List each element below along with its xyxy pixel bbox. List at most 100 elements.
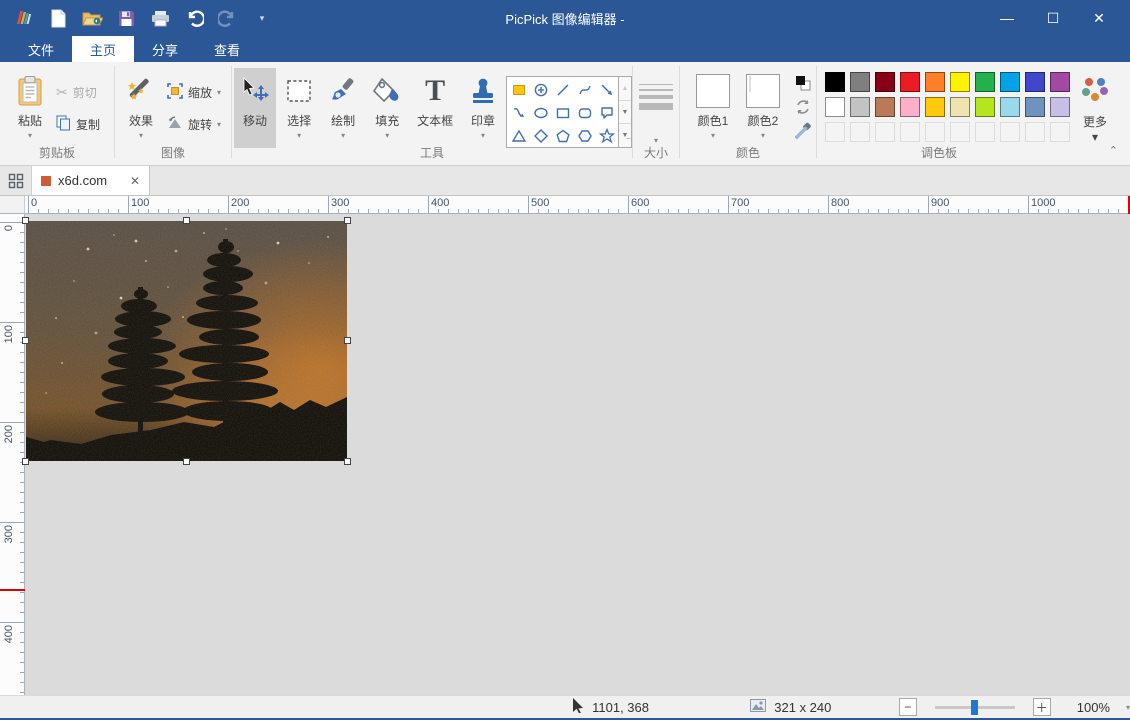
palette-swatch[interactable] bbox=[1050, 72, 1070, 92]
line-width-button[interactable]: ▾ bbox=[633, 68, 679, 148]
h-ruler-minor-tick bbox=[1068, 209, 1069, 213]
cut-button[interactable]: ✂ 剪切 bbox=[52, 81, 104, 103]
paste-button[interactable]: 粘贴 ▾ bbox=[8, 68, 52, 148]
shape-rectangle-icon[interactable] bbox=[552, 101, 574, 124]
selection-handle-sw[interactable] bbox=[22, 458, 29, 465]
rotate-button[interactable]: 旋转 ▾ bbox=[163, 113, 225, 135]
tab-file[interactable]: 文件 bbox=[10, 36, 72, 62]
resize-button[interactable]: 缩放 ▾ bbox=[163, 81, 225, 103]
move-tool-button[interactable]: 移动 bbox=[234, 68, 276, 148]
selection-handle-e[interactable] bbox=[344, 337, 351, 344]
palette-swatch-empty[interactable] bbox=[950, 122, 970, 142]
palette-swatch[interactable] bbox=[850, 97, 870, 117]
stamp-tool-button[interactable]: 印章 ▾ bbox=[462, 68, 504, 148]
shape-rounded-rectangle-icon[interactable] bbox=[574, 101, 596, 124]
fill-tool-button[interactable]: 填充 ▾ bbox=[366, 68, 408, 148]
shape-curve-icon[interactable] bbox=[574, 78, 596, 101]
minimize-button[interactable]: — bbox=[984, 0, 1030, 36]
selection-handle-s[interactable] bbox=[183, 458, 190, 465]
gallery-scroll-down-icon[interactable]: ▼ bbox=[619, 101, 631, 125]
palette-swatch-empty[interactable] bbox=[1000, 122, 1020, 142]
palette-swatch-empty[interactable] bbox=[975, 122, 995, 142]
textbox-tool-button[interactable]: T 文本框 bbox=[410, 68, 460, 148]
close-button[interactable]: ✕ bbox=[1076, 0, 1122, 36]
selection-handle-w[interactable] bbox=[22, 337, 29, 344]
shape-highlight-icon[interactable] bbox=[508, 78, 530, 101]
palette-swatch[interactable] bbox=[900, 97, 920, 117]
tab-view[interactable]: 查看 bbox=[196, 36, 258, 62]
palette-swatch[interactable] bbox=[950, 72, 970, 92]
undo-icon[interactable] bbox=[182, 6, 206, 30]
h-ruler-minor-tick bbox=[188, 209, 189, 213]
thumbnail-view-icon[interactable] bbox=[0, 166, 32, 195]
palette-swatch[interactable] bbox=[825, 97, 845, 117]
palette-swatch[interactable] bbox=[1000, 97, 1020, 117]
palette-swatch[interactable] bbox=[900, 72, 920, 92]
gallery-scroll-up-icon[interactable]: ▲ bbox=[619, 77, 631, 101]
canvas-image[interactable] bbox=[26, 221, 347, 461]
document-tab-close-icon[interactable]: ✕ bbox=[130, 174, 140, 188]
palette-swatch[interactable] bbox=[975, 97, 995, 117]
qat-customize-icon[interactable]: ▾ bbox=[250, 6, 274, 30]
more-colors-button[interactable]: 更多 ▾ bbox=[1073, 68, 1117, 148]
h-ruler-minor-tick bbox=[708, 209, 709, 213]
palette-swatch-empty[interactable] bbox=[1025, 122, 1045, 142]
color2-button[interactable]: 颜色2 ▾ bbox=[740, 68, 786, 148]
zoom-slider[interactable] bbox=[935, 706, 1015, 709]
palette-swatch-empty[interactable] bbox=[1050, 122, 1070, 142]
print-icon[interactable] bbox=[148, 6, 172, 30]
h-ruler-minor-tick bbox=[988, 209, 989, 213]
eyedropper-icon[interactable] bbox=[792, 120, 814, 142]
draw-tool-button[interactable]: 绘制 ▾ bbox=[322, 68, 364, 148]
tab-share[interactable]: 分享 bbox=[134, 36, 196, 62]
zoom-out-button[interactable]: − bbox=[899, 698, 917, 716]
palette-swatch[interactable] bbox=[850, 72, 870, 92]
shape-line-icon[interactable] bbox=[552, 78, 574, 101]
selection-handle-n[interactable] bbox=[183, 217, 190, 224]
palette-swatch-empty[interactable] bbox=[900, 122, 920, 142]
h-ruler-minor-tick bbox=[1018, 209, 1019, 213]
palette-swatch-empty[interactable] bbox=[925, 122, 945, 142]
palette-swatch[interactable] bbox=[925, 72, 945, 92]
redo-icon[interactable] bbox=[216, 6, 240, 30]
shape-circle-plus-icon[interactable] bbox=[530, 78, 552, 101]
palette-swatch[interactable] bbox=[1000, 72, 1020, 92]
palette-swatch-empty[interactable] bbox=[825, 122, 845, 142]
palette-swatch[interactable] bbox=[1050, 97, 1070, 117]
document-tab[interactable]: x6d.com ✕ bbox=[32, 166, 150, 195]
palette-swatch[interactable] bbox=[950, 97, 970, 117]
color1-button[interactable]: 颜色1 ▾ bbox=[690, 68, 736, 148]
collapse-ribbon-icon[interactable]: ⌃ bbox=[1109, 144, 1118, 157]
open-file-icon[interactable] bbox=[80, 6, 104, 30]
palette-swatch-empty[interactable] bbox=[875, 122, 895, 142]
palette-swatch[interactable] bbox=[875, 97, 895, 117]
palette-swatch[interactable] bbox=[825, 72, 845, 92]
reset-colors-icon[interactable] bbox=[792, 96, 814, 118]
shape-ellipse-icon[interactable] bbox=[530, 101, 552, 124]
effects-button[interactable]: 效果 ▾ bbox=[119, 68, 163, 148]
copy-button[interactable]: 复制 bbox=[52, 113, 104, 135]
palette-swatch[interactable] bbox=[1025, 72, 1045, 92]
zoom-slider-thumb[interactable] bbox=[971, 700, 978, 715]
new-file-icon[interactable] bbox=[46, 6, 70, 30]
zoom-in-button[interactable]: ＋ bbox=[1033, 698, 1051, 716]
zoom-dropdown-icon[interactable]: ▾ bbox=[1126, 703, 1130, 712]
shape-balloon-icon[interactable] bbox=[596, 101, 618, 124]
shape-curve-arrow-icon[interactable] bbox=[508, 101, 530, 124]
h-ruler-minor-tick bbox=[478, 209, 479, 213]
save-icon[interactable] bbox=[114, 6, 138, 30]
maximize-button[interactable]: ☐ bbox=[1030, 0, 1076, 36]
palette-swatch[interactable] bbox=[975, 72, 995, 92]
palette-swatch[interactable] bbox=[925, 97, 945, 117]
swap-colors-icon[interactable] bbox=[792, 72, 814, 94]
palette-swatch[interactable] bbox=[1025, 97, 1045, 117]
selection-handle-ne[interactable] bbox=[344, 217, 351, 224]
select-tool-button[interactable]: 选择 ▾ bbox=[278, 68, 320, 148]
palette-swatch-empty[interactable] bbox=[850, 122, 870, 142]
selection-handle-nw[interactable] bbox=[22, 217, 29, 224]
shape-arrow-icon[interactable] bbox=[596, 78, 618, 101]
tab-home[interactable]: 主页 bbox=[72, 36, 134, 62]
canvas-area[interactable] bbox=[25, 214, 1130, 695]
selection-handle-se[interactable] bbox=[344, 458, 351, 465]
palette-swatch[interactable] bbox=[875, 72, 895, 92]
